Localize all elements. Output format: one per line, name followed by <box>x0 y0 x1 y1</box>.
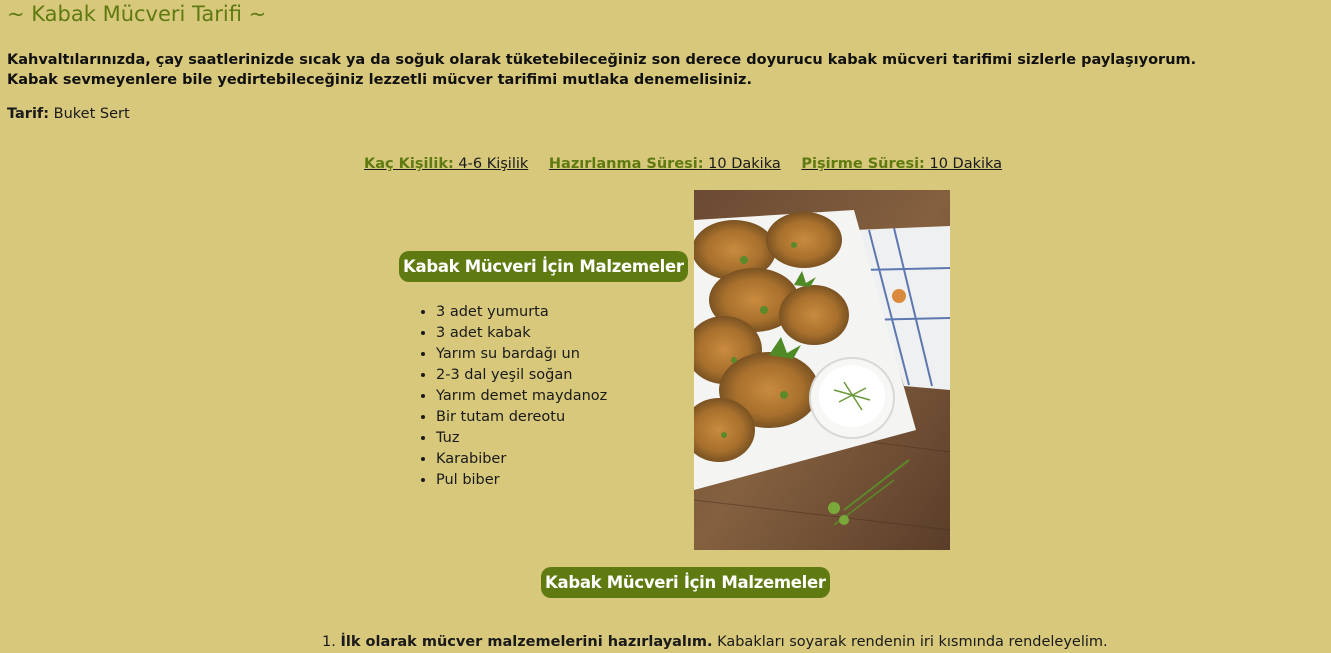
list-item: 2-3 dal yeşil soğan <box>436 365 607 386</box>
list-item: Yarım demet maydanoz <box>436 386 607 407</box>
author-label: Tarif: <box>7 106 50 122</box>
list-item: Tuz <box>436 428 607 449</box>
list-item: 3 adet kabak <box>436 323 607 344</box>
step-number: 1. <box>322 634 336 650</box>
intro-text: Kahvaltılarınızda, çay saatlerinizde sıc… <box>7 50 1196 90</box>
meta-prep-time: Hazırlanma Süresi: 10 Dakika <box>548 156 781 172</box>
recipe-photo <box>694 190 950 550</box>
page-title: ~ Kabak Mücveri Tarifi ~ <box>7 2 267 26</box>
recipe-meta: Kaç Kişilik: 4-6 Kişilik Hazırlanma Süre… <box>0 156 1331 172</box>
zucchini-fritter-image <box>694 190 950 550</box>
preparation-steps: 1. İlk olarak mücver malzemelerini hazır… <box>322 634 1108 650</box>
ingredients-heading: Kabak Mücveri İçin Malzemeler <box>399 251 688 282</box>
intro-line-2: Kabak sevmeyenlere bile yedirtebileceğin… <box>7 72 753 88</box>
ingredients-list: 3 adet yumurta 3 adet kabak Yarım su bar… <box>400 302 607 491</box>
list-item: Bir tutam dereotu <box>436 407 607 428</box>
author-name: Buket Sert <box>53 106 130 122</box>
step-bold-text: İlk olarak mücver malzemelerini hazırlay… <box>340 634 713 650</box>
preparation-heading: Kabak Mücveri İçin Malzemeler <box>541 567 830 598</box>
list-item: Yarım su bardağı un <box>436 344 607 365</box>
meta-servings: Kaç Kişilik: 4-6 Kişilik <box>363 156 529 172</box>
meta-cook-time: Pişirme Süresi: 10 Dakika <box>801 156 1003 172</box>
intro-line-1: Kahvaltılarınızda, çay saatlerinizde sıc… <box>7 52 1197 68</box>
list-item: Pul biber <box>436 470 607 491</box>
step-text: Kabakları soyarak rendenin iri kısmında … <box>717 634 1108 650</box>
list-item: Karabiber <box>436 449 607 470</box>
list-item: 3 adet yumurta <box>436 302 607 323</box>
author-line: Tarif: Buket Sert <box>7 106 130 122</box>
